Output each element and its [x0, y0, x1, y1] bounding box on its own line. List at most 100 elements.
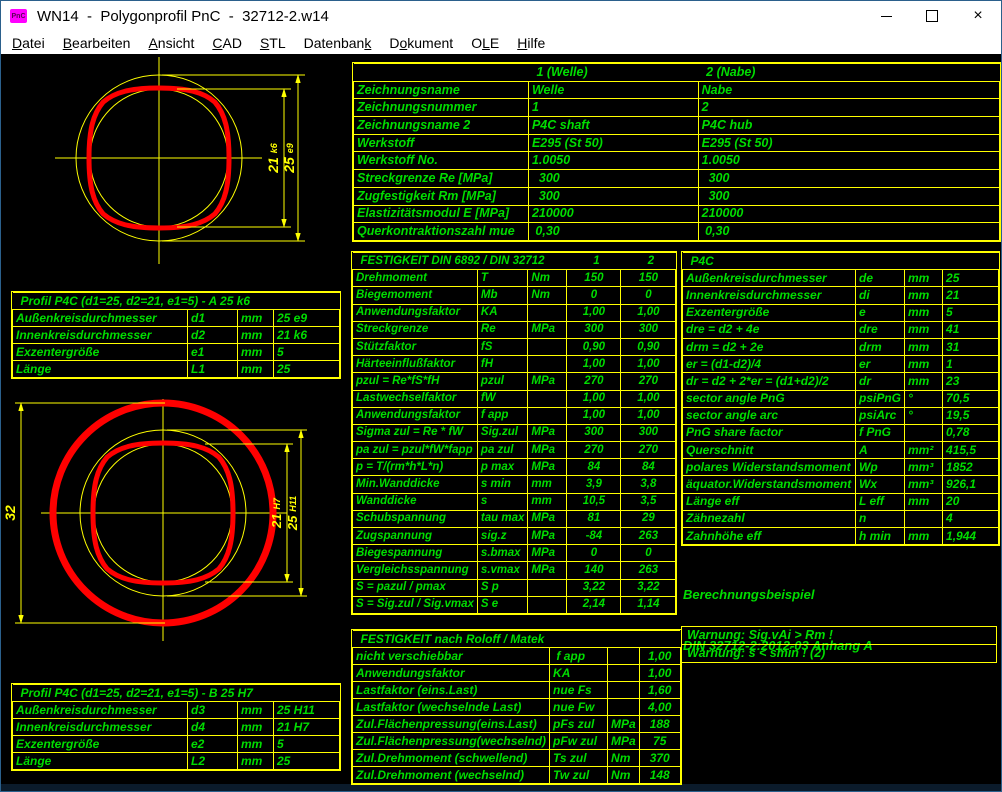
table-header-cell: FESTIGKEIT DIN 6892 / DIN 32712 [353, 253, 567, 270]
menu-item-ansicht[interactable]: Ansicht [139, 33, 203, 53]
unit [528, 390, 567, 407]
unit: mm [905, 304, 943, 321]
value-welle: 0 [567, 287, 621, 304]
crosshair-lines [41, 399, 287, 641]
value-welle: 2,14 [567, 596, 621, 613]
row-label: Biegemoment [353, 287, 478, 304]
table-row: S = Sig.zul / Sig.vmaxS e2,141,14 [353, 596, 676, 613]
menu-item-hilfe[interactable]: Hilfe [508, 33, 554, 53]
unit: MPa [528, 510, 567, 527]
row-label: Querschnitt [683, 442, 856, 459]
table-row: LängeL2mm25 [13, 753, 340, 770]
value-nabe: 150 [621, 270, 676, 287]
minimize-button[interactable] [863, 1, 909, 31]
menu-item-stl[interactable]: STL [251, 33, 295, 53]
close-button[interactable]: × [955, 1, 1001, 31]
unit: mm [905, 373, 943, 390]
row-label: Anwendungsfaktor [353, 304, 478, 321]
row-label: er = (d1-d2)/4 [683, 356, 856, 373]
row-label: Außenkreisdurchmesser [683, 270, 856, 287]
symbol: fS [477, 338, 527, 355]
table-row: dr = d2 + 2*er = (d1+d2)/2drmm23 [683, 373, 999, 390]
value-welle: 1,00 [567, 304, 621, 321]
table-header-cell: 1 [567, 253, 621, 270]
table-header-cell [354, 64, 529, 82]
symbol: e [856, 304, 905, 321]
value-welle: 84 [567, 459, 621, 476]
close-icon: × [973, 8, 982, 24]
unit [528, 579, 567, 596]
calculation-note-line1: Berechnungsbeispiel [683, 586, 873, 603]
value-welle: 1,00 [567, 356, 621, 373]
table-row: Zugspannungsig.zMPa-84263 [353, 528, 676, 545]
table-row: p = T/(rm*h*L*n)p maxMPa8484 [353, 459, 676, 476]
value-welle: 3,22 [567, 579, 621, 596]
symbol: psiPnG [856, 390, 905, 407]
unit: mm³ [905, 476, 943, 493]
row-label: Härteeinflußfaktor [353, 356, 478, 373]
menu-item-datei[interactable]: Datei [3, 33, 54, 53]
symbol: Wp [856, 459, 905, 476]
menu-item-ole[interactable]: OLE [462, 33, 508, 53]
table-header-cell: 2 (Nabe) [698, 64, 999, 82]
symbol: p max [477, 459, 527, 476]
window-bottom-frame [1, 784, 1001, 791]
table-row: Innenkreisdurchmesserd2mm21 k6 [13, 327, 340, 344]
symbol: e1 [188, 344, 238, 361]
table-row: Min.Wanddickes minmm3,93,8 [353, 476, 676, 493]
value-welle: 0 [567, 545, 621, 562]
row-label: Exzentergröße [683, 304, 856, 321]
menu-item-datenbank[interactable]: Datenbank [295, 33, 381, 53]
dim-label-inner-diameter: 21k6 [265, 142, 281, 174]
row-label: p = T/(rm*h*L*n) [353, 459, 478, 476]
row-label: Drehmoment [353, 270, 478, 287]
table-row: Wanddickesmm10,53,5 [353, 493, 676, 510]
unit: mm [238, 702, 274, 719]
value: 1 [943, 356, 999, 373]
unit: mm [905, 287, 943, 304]
table-row: polares WiderstandsmomentWpmm³1852 [683, 459, 999, 476]
menu-item-bearbeiten[interactable]: Bearbeiten [54, 33, 140, 53]
table-row: Zähnezahln4 [683, 510, 999, 527]
unit: Nm [528, 270, 567, 287]
row-label: sector angle arc [683, 407, 856, 424]
value-welle: 1,00 [567, 407, 621, 424]
table-row: Zul.Flächenpressung(wechselnd)pFw zulMPa… [353, 733, 681, 750]
value-nabe: 300 [621, 321, 676, 338]
unit: mm [238, 753, 274, 770]
table-row: Zeichnungsname 2P4C shaftP4C hub [354, 117, 1000, 135]
symbol: de [856, 270, 905, 287]
unit: Nm [608, 750, 640, 767]
value: 25 [274, 361, 340, 378]
symbol: T [477, 270, 527, 287]
menu-item-dokument[interactable]: Dokument [380, 33, 462, 53]
row-label: Werkstoff No. [354, 152, 529, 170]
row-label: Elastizitätsmodul E [MPa] [354, 205, 529, 223]
row-label: Lastfaktor (wechselnde Last) [353, 699, 550, 716]
value-nabe: 300 [698, 187, 999, 205]
unit: MPa [528, 545, 567, 562]
menu-item-cad[interactable]: CAD [203, 33, 251, 53]
symbol: dre [856, 321, 905, 338]
row-label: Vergleichsspannung [353, 562, 478, 579]
symbol: n [856, 510, 905, 527]
value: 19,5 [943, 407, 999, 424]
value-welle: E295 (St 50) [528, 134, 698, 152]
row-label: Lastwechselfaktor [353, 390, 478, 407]
unit [528, 596, 567, 613]
table-row: Außenkreisdurchmesserd3mm25 H11 [13, 702, 340, 719]
table-row: sector angle arcpsiArc°19,5 [683, 407, 999, 424]
value: 1,944 [943, 528, 999, 545]
symbol: Re [477, 321, 527, 338]
unit: mm [905, 321, 943, 338]
symbol: h min [856, 528, 905, 545]
value: 31 [943, 338, 999, 355]
table-row: Zul.Drehmoment (wechselnd)Tw zulNm148 [353, 767, 681, 784]
unit: mm³ [905, 459, 943, 476]
warning-sig-vai: Warnung: Sig.vAi > Rm ! [681, 626, 997, 645]
unit [528, 356, 567, 373]
table-header-row: P4C [683, 253, 999, 270]
maximize-button[interactable] [909, 1, 955, 31]
value: 5 [274, 736, 340, 753]
value-nabe: 300 [698, 170, 999, 188]
